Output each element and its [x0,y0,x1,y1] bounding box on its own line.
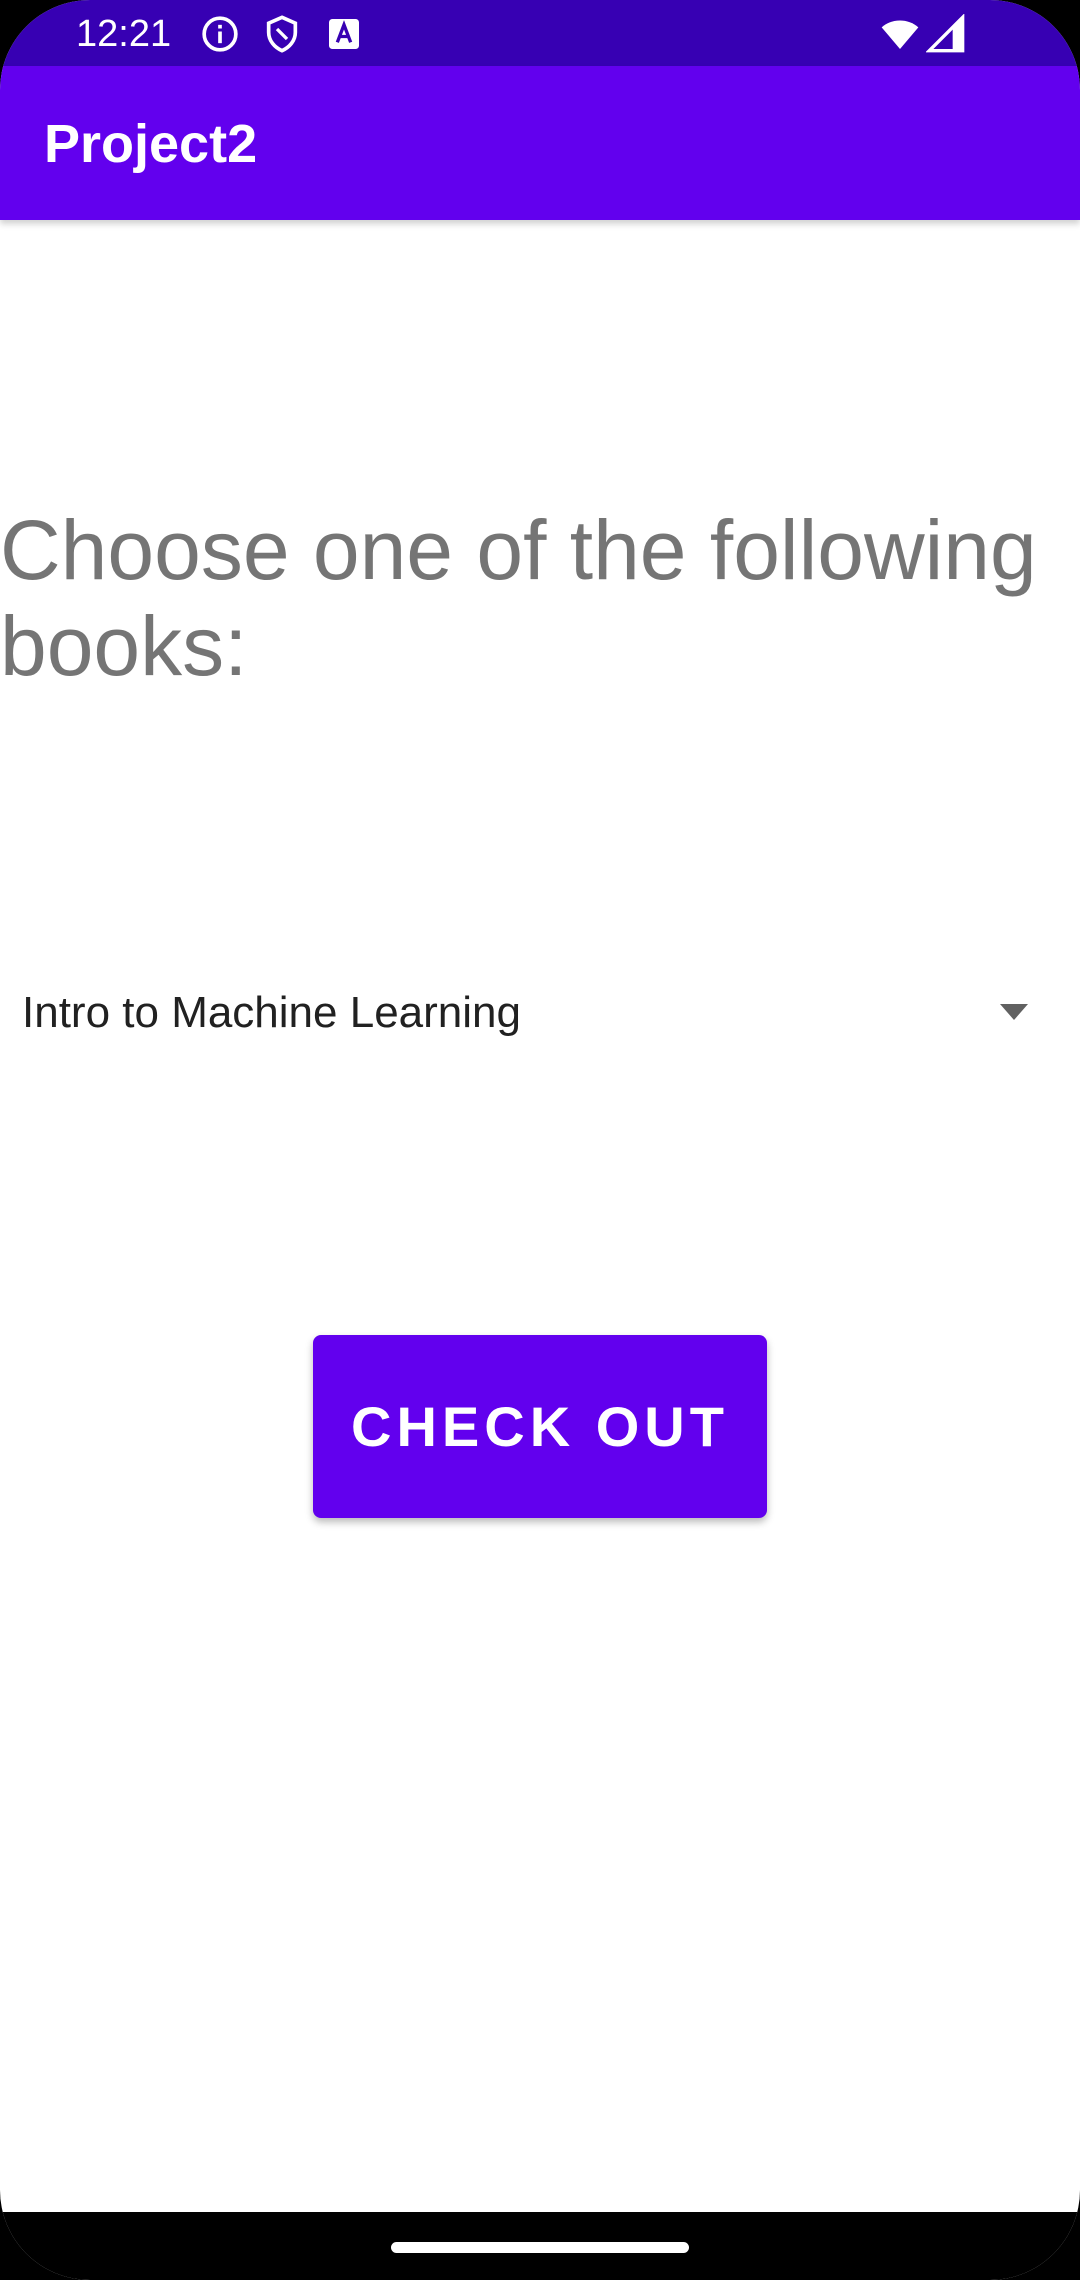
app-screen: 12:21 Project2 Choose one of the followi… [0,0,1080,2280]
app-title: Project2 [44,114,258,174]
book-prompt: Choose one of the following books: [0,503,1037,693]
dropdown-arrow-icon [998,1000,1030,1024]
home-gesture-handle[interactable] [391,2242,689,2253]
status-bar: 12:21 [0,0,1080,66]
keyboard-a-icon [324,14,364,54]
app-bar: Project2 [0,66,1080,220]
selected-book: Intro to Machine Learning [22,988,521,1037]
navigation-bar [0,2212,1080,2280]
shield-icon [262,14,302,54]
book-spinner[interactable]: Intro to Machine Learning [0,960,1080,1064]
status-time: 12:21 [76,13,172,55]
checkout-button[interactable]: CHECK OUT [313,1335,767,1518]
info-icon [200,14,240,54]
wifi-icon [880,14,920,54]
cellular-signal-icon [926,14,966,54]
